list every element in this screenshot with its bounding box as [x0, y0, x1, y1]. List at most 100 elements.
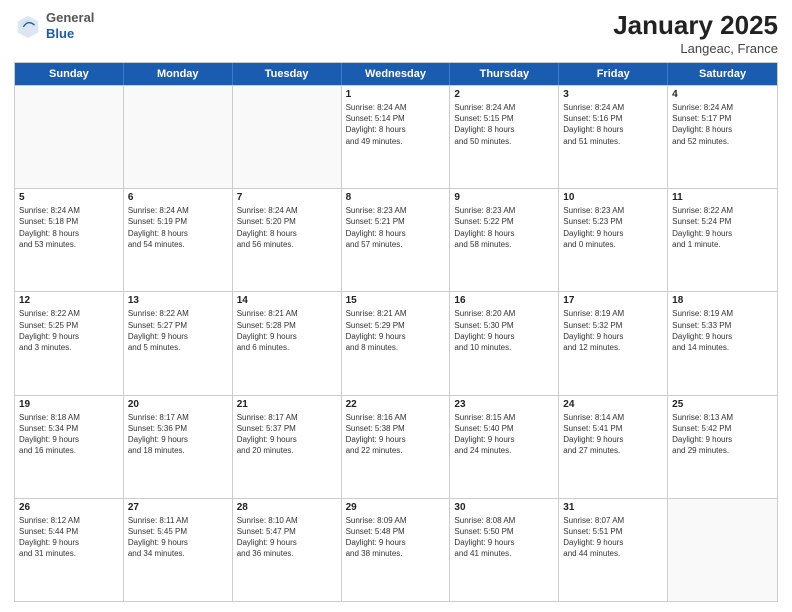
day-cell-14: 14 Sunrise: 8:21 AM Sunset: 5:28 PM Dayli…: [233, 292, 342, 394]
day-cell-10: 10Sunrise: 8:23 AM Sunset: 5:23 PM Dayli…: [559, 189, 668, 291]
day-number: 3: [563, 89, 663, 100]
week-row-0: 1 Sunrise: 8:24 AM Sunset: 5:14 PM Daylig…: [15, 85, 777, 188]
day-cell-19: 19Sunrise: 8:18 AM Sunset: 5:34 PM Dayli…: [15, 396, 124, 498]
header: General Blue January 2025 Langeac, Franc…: [14, 10, 778, 56]
day-info: Sunrise: 8:19 AM Sunset: 5:33 PM Dayligh…: [672, 308, 773, 353]
month-title: January 2025: [613, 10, 778, 41]
calendar-body: 1 Sunrise: 8:24 AM Sunset: 5:14 PM Daylig…: [15, 85, 777, 601]
day-cell-13: 13 Sunrise: 8:22 AM Sunset: 5:27 PM Dayli…: [124, 292, 233, 394]
day-cell-5: 5 Sunrise: 8:24 AM Sunset: 5:18 PM Daylig…: [15, 189, 124, 291]
day-cell-7: 7Sunrise: 8:24 AM Sunset: 5:20 PM Daylig…: [233, 189, 342, 291]
day-info: Sunrise: 8:19 AM Sunset: 5:32 PM Dayligh…: [563, 308, 663, 353]
day-info: Sunrise: 8:22 AM Sunset: 5:24 PM Dayligh…: [672, 205, 773, 250]
day-info: Sunrise: 8:15 AM Sunset: 5:40 PM Dayligh…: [454, 412, 554, 457]
day-cell-28: 28Sunrise: 8:10 AM Sunset: 5:47 PM Dayli…: [233, 499, 342, 601]
day-number: 18: [672, 295, 773, 306]
day-info: Sunrise: 8:09 AM Sunset: 5:48 PM Dayligh…: [346, 515, 446, 560]
day-number: 29: [346, 502, 446, 513]
day-cell-25: 25 Sunrise: 8:13 AM Sunset: 5:42 PM Dayli…: [668, 396, 777, 498]
day-info: Sunrise: 8:16 AM Sunset: 5:38 PM Dayligh…: [346, 412, 446, 457]
day-number: 16: [454, 295, 554, 306]
day-info: Sunrise: 8:21 AM Sunset: 5:29 PM Dayligh…: [346, 308, 446, 353]
calendar-header: SundayMondayTuesdayWednesdayThursdayFrid…: [15, 63, 777, 85]
day-cell-20: 20 Sunrise: 8:17 AM Sunset: 5:36 PM Dayli…: [124, 396, 233, 498]
day-info: Sunrise: 8:23 AM Sunset: 5:21 PM Dayligh…: [346, 205, 446, 250]
logo-icon: [14, 12, 42, 40]
calendar: SundayMondayTuesdayWednesdayThursdayFrid…: [14, 62, 778, 602]
day-info: Sunrise: 8:24 AM Sunset: 5:14 PM Dayligh…: [346, 102, 446, 147]
day-number: 19: [19, 399, 119, 410]
day-number: 4: [672, 89, 773, 100]
weekday-header-tuesday: Tuesday: [233, 63, 342, 85]
day-cell-1: 1 Sunrise: 8:24 AM Sunset: 5:14 PM Daylig…: [342, 86, 451, 188]
day-number: 31: [563, 502, 663, 513]
day-info: Sunrise: 8:17 AM Sunset: 5:37 PM Dayligh…: [237, 412, 337, 457]
day-info: Sunrise: 8:14 AM Sunset: 5:41 PM Dayligh…: [563, 412, 663, 457]
empty-cell: [668, 499, 777, 601]
weekday-header-thursday: Thursday: [450, 63, 559, 85]
day-number: 13: [128, 295, 228, 306]
day-info: Sunrise: 8:24 AM Sunset: 5:17 PM Dayligh…: [672, 102, 773, 147]
day-number: 27: [128, 502, 228, 513]
day-cell-15: 15 Sunrise: 8:21 AM Sunset: 5:29 PM Dayli…: [342, 292, 451, 394]
weekday-header-wednesday: Wednesday: [342, 63, 451, 85]
day-number: 9: [454, 192, 554, 203]
logo: General Blue: [14, 10, 94, 41]
location: Langeac, France: [613, 41, 778, 56]
day-number: 2: [454, 89, 554, 100]
day-cell-3: 3 Sunrise: 8:24 AM Sunset: 5:16 PM Daylig…: [559, 86, 668, 188]
day-number: 25: [672, 399, 773, 410]
day-number: 20: [128, 399, 228, 410]
day-info: Sunrise: 8:24 AM Sunset: 5:16 PM Dayligh…: [563, 102, 663, 147]
day-cell-11: 11 Sunrise: 8:22 AM Sunset: 5:24 PM Dayli…: [668, 189, 777, 291]
day-number: 22: [346, 399, 446, 410]
day-cell-24: 24 Sunrise: 8:14 AM Sunset: 5:41 PM Dayli…: [559, 396, 668, 498]
day-number: 28: [237, 502, 337, 513]
day-cell-17: 17 Sunrise: 8:19 AM Sunset: 5:32 PM Dayli…: [559, 292, 668, 394]
day-cell-23: 23Sunrise: 8:15 AM Sunset: 5:40 PM Dayli…: [450, 396, 559, 498]
day-info: Sunrise: 8:24 AM Sunset: 5:18 PM Dayligh…: [19, 205, 119, 250]
logo-text: General Blue: [46, 10, 94, 41]
page: General Blue January 2025 Langeac, Franc…: [0, 0, 792, 612]
day-number: 17: [563, 295, 663, 306]
day-info: Sunrise: 8:17 AM Sunset: 5:36 PM Dayligh…: [128, 412, 228, 457]
day-info: Sunrise: 8:08 AM Sunset: 5:50 PM Dayligh…: [454, 515, 554, 560]
day-info: Sunrise: 8:13 AM Sunset: 5:42 PM Dayligh…: [672, 412, 773, 457]
day-info: Sunrise: 8:24 AM Sunset: 5:19 PM Dayligh…: [128, 205, 228, 250]
day-cell-16: 16Sunrise: 8:20 AM Sunset: 5:30 PM Dayli…: [450, 292, 559, 394]
week-row-3: 19Sunrise: 8:18 AM Sunset: 5:34 PM Dayli…: [15, 395, 777, 498]
day-cell-31: 31Sunrise: 8:07 AM Sunset: 5:51 PM Dayli…: [559, 499, 668, 601]
day-cell-26: 26Sunrise: 8:12 AM Sunset: 5:44 PM Dayli…: [15, 499, 124, 601]
day-number: 15: [346, 295, 446, 306]
day-number: 14: [237, 295, 337, 306]
empty-cell: [124, 86, 233, 188]
day-number: 12: [19, 295, 119, 306]
title-block: January 2025 Langeac, France: [613, 10, 778, 56]
empty-cell: [15, 86, 124, 188]
day-cell-8: 8 Sunrise: 8:23 AM Sunset: 5:21 PM Daylig…: [342, 189, 451, 291]
day-info: Sunrise: 8:22 AM Sunset: 5:27 PM Dayligh…: [128, 308, 228, 353]
weekday-header-saturday: Saturday: [668, 63, 777, 85]
day-cell-21: 21Sunrise: 8:17 AM Sunset: 5:37 PM Dayli…: [233, 396, 342, 498]
day-cell-12: 12Sunrise: 8:22 AM Sunset: 5:25 PM Dayli…: [15, 292, 124, 394]
week-row-4: 26Sunrise: 8:12 AM Sunset: 5:44 PM Dayli…: [15, 498, 777, 601]
day-number: 7: [237, 192, 337, 203]
day-info: Sunrise: 8:11 AM Sunset: 5:45 PM Dayligh…: [128, 515, 228, 560]
weekday-header-monday: Monday: [124, 63, 233, 85]
day-cell-18: 18 Sunrise: 8:19 AM Sunset: 5:33 PM Dayli…: [668, 292, 777, 394]
day-number: 1: [346, 89, 446, 100]
day-info: Sunrise: 8:24 AM Sunset: 5:15 PM Dayligh…: [454, 102, 554, 147]
day-number: 8: [346, 192, 446, 203]
empty-cell: [233, 86, 342, 188]
day-info: Sunrise: 8:21 AM Sunset: 5:28 PM Dayligh…: [237, 308, 337, 353]
day-cell-9: 9Sunrise: 8:23 AM Sunset: 5:22 PM Daylig…: [450, 189, 559, 291]
day-cell-2: 2 Sunrise: 8:24 AM Sunset: 5:15 PM Daylig…: [450, 86, 559, 188]
day-cell-22: 22 Sunrise: 8:16 AM Sunset: 5:38 PM Dayli…: [342, 396, 451, 498]
weekday-header-sunday: Sunday: [15, 63, 124, 85]
day-number: 11: [672, 192, 773, 203]
day-number: 24: [563, 399, 663, 410]
day-number: 30: [454, 502, 554, 513]
day-cell-6: 6Sunrise: 8:24 AM Sunset: 5:19 PM Daylig…: [124, 189, 233, 291]
day-number: 10: [563, 192, 663, 203]
day-number: 5: [19, 192, 119, 203]
